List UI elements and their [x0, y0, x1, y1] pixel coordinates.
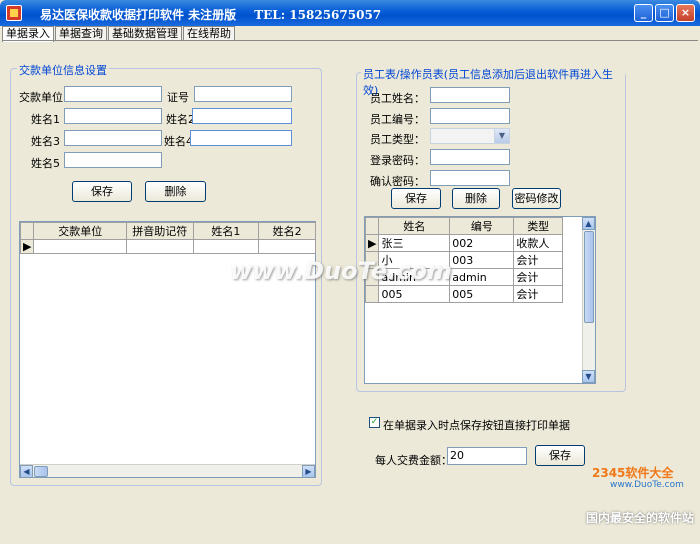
table-cell[interactable]: 会计	[513, 268, 563, 286]
minimize-button[interactable]: _	[634, 4, 653, 22]
row-pointer: ▶	[364, 234, 380, 252]
table-cell[interactable]: 003	[449, 251, 515, 269]
logo-tagline: 国内最安全的软件站	[585, 511, 694, 525]
table-cell[interactable]: 002	[449, 234, 515, 252]
table-cell[interactable]: 005	[378, 285, 451, 303]
name2-input[interactable]	[192, 108, 292, 124]
label-name2: 姓名2	[166, 113, 195, 126]
cert-input[interactable]	[194, 86, 292, 102]
tab-strip: 单据录入 单据查询 基础数据管理 在线帮助	[2, 26, 236, 42]
scroll-up-icon[interactable]: ▲	[582, 217, 595, 230]
label-login-password: 登录密码：	[370, 154, 425, 167]
label-staff-name: 员工姓名：	[370, 92, 425, 105]
col-header-unit[interactable]: 交款单位	[33, 222, 127, 240]
change-password-button[interactable]: 密码修改	[512, 188, 561, 209]
label-staff-type: 员工类型：	[370, 133, 425, 146]
row-selector	[364, 285, 380, 303]
app-icon	[6, 5, 22, 21]
staff-name-input[interactable]	[430, 87, 510, 103]
fee-save-button[interactable]: 保存	[535, 445, 585, 466]
table-cell[interactable]	[258, 239, 316, 254]
table-cell[interactable]	[192, 239, 260, 254]
scroll-right-icon[interactable]: ▶	[302, 465, 315, 478]
window-title-text: 易达医保收款收据打印软件 未注册版	[40, 8, 237, 22]
label-unit: 交款单位	[19, 91, 63, 104]
window-title: 易达医保收款收据打印软件 未注册版 TEL: 15825675057	[40, 6, 381, 23]
staff-save-button[interactable]: 保存	[391, 188, 441, 209]
table-cell[interactable]: 张三	[378, 234, 451, 252]
label-staff-id: 员工编号：	[370, 113, 425, 126]
close-button[interactable]: ×	[676, 4, 695, 22]
maximize-button[interactable]: □	[655, 4, 674, 22]
print-on-save-label: 在单据录入时点保存按钮直接打印单据	[383, 419, 570, 432]
table-row[interactable]: ▶	[19, 239, 316, 254]
scroll-thumb[interactable]	[584, 231, 594, 323]
label-cert: 证号	[167, 91, 189, 104]
col-header-name1[interactable]: 姓名1	[192, 222, 260, 240]
unit-input[interactable]	[64, 86, 162, 102]
table-cell[interactable]: 005	[449, 285, 515, 303]
table-cell[interactable]	[125, 239, 194, 254]
staff-grid-corner	[364, 217, 380, 235]
label-name4: 姓名4	[164, 135, 193, 148]
table-cell[interactable]	[33, 239, 127, 254]
table-cell[interactable]: 会计	[513, 285, 563, 303]
staff-grid[interactable]: 姓名 编号 类型 ▶ 张三 002 收款人 小 003 会计 admin adm…	[364, 216, 596, 384]
payer-delete-button[interactable]: 删除	[145, 181, 206, 202]
table-cell[interactable]: 会计	[513, 251, 563, 269]
label-fee: 每人交费金额：	[375, 454, 452, 467]
name4-input[interactable]	[190, 130, 292, 146]
name5-input[interactable]	[64, 152, 162, 168]
logo-main-text: 2345软件大全	[592, 466, 674, 480]
col-header-pinyin[interactable]: 拼音助记符	[125, 222, 194, 240]
row-pointer: ▶	[19, 239, 35, 254]
staff-type-select[interactable]: ▼	[430, 128, 510, 144]
name1-input[interactable]	[64, 108, 162, 124]
name3-input[interactable]	[64, 130, 162, 146]
table-cell[interactable]: 收款人	[513, 234, 563, 252]
site-logo-watermark: 2345软件大全 www.DuoTe.com	[552, 464, 692, 504]
payer-save-button[interactable]: 保存	[72, 181, 132, 202]
title-bar: 易达医保收款收据打印软件 未注册版 TEL: 15825675057 _ □ ×	[0, 0, 700, 26]
table-row[interactable]: ▶ 张三 002 收款人	[364, 234, 563, 252]
label-name1: 姓名1	[31, 113, 60, 126]
center-watermark: www.DuoTe.com	[230, 257, 452, 285]
staff-id-input[interactable]	[430, 108, 510, 124]
col-header-staff-id[interactable]: 编号	[449, 217, 515, 235]
col-header-staff-name[interactable]: 姓名	[378, 217, 451, 235]
label-name3: 姓名3	[31, 135, 60, 148]
label-confirm-password: 确认密码：	[370, 175, 425, 188]
payer-grid-hscrollbar[interactable]: ◀ ▶	[20, 464, 315, 478]
tab-receipt-query[interactable]: 单据查询	[55, 26, 107, 41]
chevron-down-icon[interactable]: ▼	[494, 129, 509, 143]
payer-grid-header: 交款单位 拼音助记符 姓名1 姓名2	[19, 222, 316, 240]
payer-grid-corner	[19, 222, 35, 240]
table-row[interactable]: 005 005 会计	[364, 285, 563, 303]
scroll-down-icon[interactable]: ▼	[582, 370, 595, 383]
fee-input[interactable]: 20	[447, 447, 527, 465]
col-header-name2[interactable]: 姓名2	[258, 222, 316, 240]
scroll-thumb[interactable]	[34, 466, 48, 477]
staff-grid-header: 姓名 编号 类型	[364, 217, 563, 235]
staff-grid-vscrollbar[interactable]: ▲ ▼	[582, 217, 595, 383]
scroll-left-icon[interactable]: ◀	[20, 465, 33, 478]
staff-delete-button[interactable]: 删除	[452, 188, 500, 209]
label-name5: 姓名5	[31, 157, 60, 170]
login-password-input[interactable]	[430, 149, 510, 165]
payer-group-title: 交款单位信息设置	[17, 62, 109, 78]
logo-url-text: www.DuoTe.com	[610, 480, 684, 490]
confirm-password-input[interactable]	[430, 170, 510, 186]
table-cell[interactable]: admin	[449, 268, 515, 286]
col-header-staff-type[interactable]: 类型	[513, 217, 563, 235]
window-tel: TEL: 15825675057	[254, 8, 382, 22]
tab-online-help[interactable]: 在线帮助	[183, 26, 235, 41]
tab-base-data[interactable]: 基础数据管理	[108, 26, 182, 41]
print-on-save-checkbox[interactable]: ✓	[369, 417, 380, 428]
